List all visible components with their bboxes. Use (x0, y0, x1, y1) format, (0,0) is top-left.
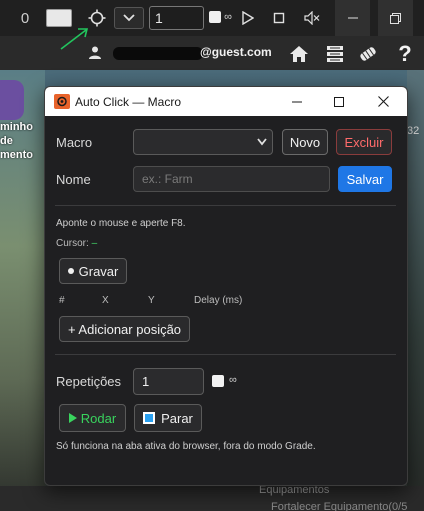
mode-select[interactable] (114, 7, 144, 29)
auto-click-dialog: Auto Click — Macro Macro Novo Excluir No… (44, 86, 408, 486)
cursor-label: Cursor: (56, 238, 89, 249)
restore-icon (390, 12, 401, 24)
game-avatar (0, 80, 24, 120)
stop-button-label: Parar (161, 410, 193, 426)
divider (55, 205, 396, 206)
cursor-value: – (91, 238, 98, 249)
dialog-titlebar[interactable]: Auto Click — Macro (45, 87, 407, 116)
cursor-readout: Cursor: – (56, 238, 97, 249)
record-button[interactable]: Gravar (59, 258, 127, 284)
add-position-button[interactable]: + Adicionar posição (59, 316, 190, 342)
record-dot-icon (67, 268, 74, 274)
infinite-checkbox[interactable] (209, 11, 221, 23)
infinite-repeat-label: ∞ (229, 374, 237, 386)
chevron-down-icon (123, 14, 135, 22)
annotation-arrow-icon (60, 28, 89, 50)
infinite-repeat-checkbox[interactable] (212, 375, 224, 387)
dialog-title: Auto Click — Macro (75, 95, 182, 109)
save-macro-button[interactable]: Salvar (338, 166, 392, 192)
window-minimize-button[interactable] (335, 0, 370, 36)
redacted-username (113, 47, 203, 60)
divider (55, 354, 396, 355)
record-button-label: Gravar (78, 263, 119, 279)
maximize-icon (334, 96, 344, 107)
column-header-y: Y (148, 295, 155, 306)
close-icon (377, 96, 389, 107)
run-button-label: Rodar (80, 410, 117, 426)
stop-icon (143, 412, 156, 424)
game-left-label: minho de mento (0, 121, 33, 161)
new-macro-button[interactable]: Novo (282, 129, 328, 155)
delete-macro-button[interactable]: Excluir (336, 129, 392, 155)
dialog-minimize-button[interactable] (277, 87, 317, 116)
chevron-down-icon (257, 138, 267, 146)
column-header-x: X (102, 295, 109, 306)
window-restore-button[interactable] (378, 0, 413, 36)
game-right-number: 32 (407, 125, 420, 137)
minimize-icon (292, 101, 302, 102)
coin-icon[interactable] (357, 43, 379, 65)
usage-note: Só funciona na aba ativa do browser, for… (56, 441, 316, 452)
zero-indicator[interactable]: 0 (16, 9, 34, 27)
mute-icon[interactable] (303, 9, 321, 27)
user-email: @guest.com (200, 45, 272, 59)
help-icon[interactable]: ? (394, 41, 416, 66)
macro-select[interactable] (133, 129, 273, 155)
column-header-delay: Delay (ms) (194, 295, 243, 306)
repetitions-input[interactable]: 1 (133, 368, 204, 395)
name-label: Nome (56, 172, 91, 187)
list-icon[interactable] (324, 43, 346, 65)
column-header-index: # (59, 295, 65, 306)
record-hint: Aponte o mouse e aperte F8. (56, 218, 186, 229)
play-icon (68, 413, 77, 423)
home-icon[interactable] (288, 43, 310, 65)
repetitions-label: Repetições (56, 374, 122, 389)
macro-name-input[interactable] (133, 166, 330, 192)
minimize-icon (347, 17, 358, 19)
app-icon (54, 94, 70, 109)
stop-button[interactable]: Parar (134, 404, 202, 432)
dialog-maximize-button[interactable] (319, 87, 359, 116)
equipment-upgrade-label: Fortalecer Equipamento(0/5 (271, 501, 408, 511)
macro-label: Macro (56, 135, 93, 150)
dialog-close-button[interactable] (363, 87, 403, 116)
infinite-label: ∞ (224, 11, 232, 23)
run-button[interactable]: Rodar (59, 404, 126, 432)
count-input[interactable]: 1 (149, 6, 204, 30)
play-icon[interactable] (241, 10, 255, 26)
stop-icon[interactable] (272, 11, 286, 25)
